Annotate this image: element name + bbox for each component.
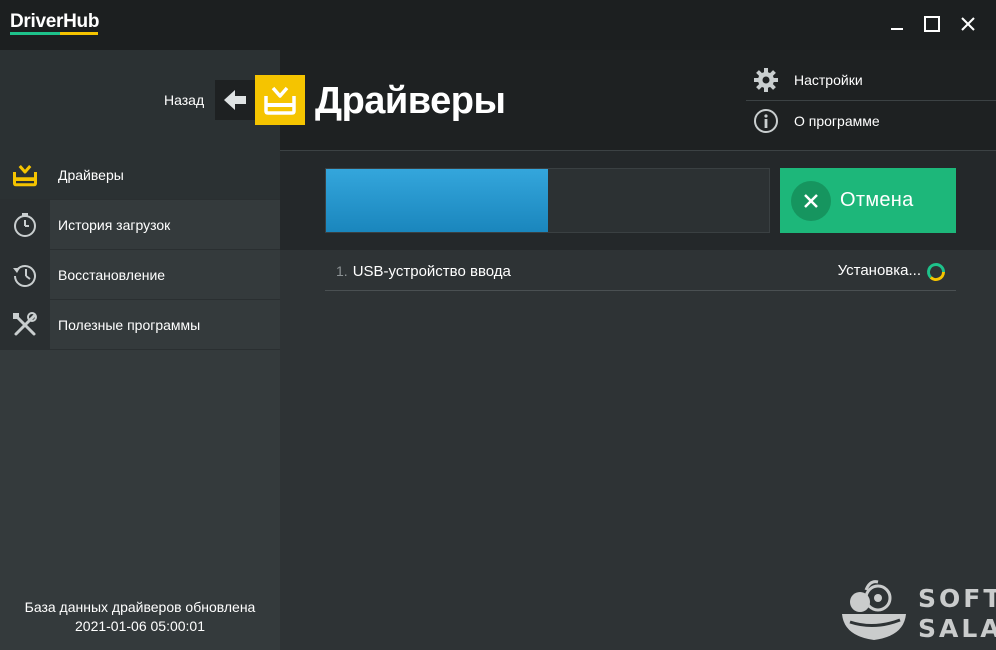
database-status-timestamp: 2021-01-06 05:00:01: [75, 618, 205, 634]
page-title: Драйверы: [315, 80, 506, 122]
arrow-left-icon: [224, 90, 246, 110]
restore-clock-icon: [0, 250, 50, 299]
driver-list-item[interactable]: 1. USB-устройство ввода Установка...: [325, 252, 956, 291]
back-label[interactable]: Назад: [164, 92, 204, 108]
database-status: База данных драйверов обновлена 2021-01-…: [0, 598, 280, 636]
cancel-button[interactable]: Отмена: [780, 168, 956, 233]
back-button[interactable]: [215, 80, 255, 120]
softsalad-watermark: SOFT SALAD: [838, 578, 996, 646]
sidebar-item-label: Драйверы: [58, 166, 124, 183]
watermark-line2: SALAD: [918, 614, 996, 643]
sidebar-item-label: История загрузок: [58, 216, 171, 233]
driver-name: USB-устройство ввода: [352, 262, 511, 280]
sidebar-item-useful-programs[interactable]: Полезные программы: [0, 300, 280, 350]
maximize-icon[interactable]: [921, 13, 943, 35]
stopwatch-icon: [0, 200, 50, 249]
loading-spinner-icon: [927, 263, 945, 281]
sidebar-item-label: Восстановление: [58, 266, 166, 283]
about-label: О программе: [794, 113, 880, 129]
minimize-icon[interactable]: [886, 13, 908, 35]
about-menu-item[interactable]: О программе: [746, 101, 996, 141]
driver-status: Установка...: [837, 262, 921, 279]
sidebar-item-drivers[interactable]: Драйверы: [0, 150, 280, 200]
install-progress-bar: [325, 168, 770, 233]
gear-icon: [746, 67, 786, 93]
logo-underline: [10, 32, 98, 35]
app-logo: DriverHub: [10, 11, 100, 32]
cancel-label: Отмена: [840, 189, 914, 211]
drivers-tray-icon: [255, 75, 305, 125]
sidebar-item-label: Полезные программы: [58, 316, 201, 333]
watermark-line1: SOFT: [918, 584, 996, 613]
close-icon[interactable]: [957, 13, 979, 35]
drivers-tray-icon: [0, 150, 50, 199]
title-bar: DriverHub: [0, 0, 996, 50]
database-status-text: База данных драйверов обновлена: [24, 599, 256, 615]
salad-bowl-icon: [842, 580, 906, 640]
sidebar-item-restore[interactable]: Восстановление: [0, 250, 280, 300]
settings-menu-item[interactable]: Настройки: [746, 60, 996, 100]
progress-fill: [326, 169, 548, 232]
close-icon: [791, 180, 831, 221]
sidebar-item-download-history[interactable]: История загрузок: [0, 200, 280, 250]
driver-number: 1.: [336, 263, 348, 279]
settings-label: Настройки: [794, 72, 863, 88]
tools-icon: [0, 300, 50, 349]
info-icon: [746, 108, 786, 134]
